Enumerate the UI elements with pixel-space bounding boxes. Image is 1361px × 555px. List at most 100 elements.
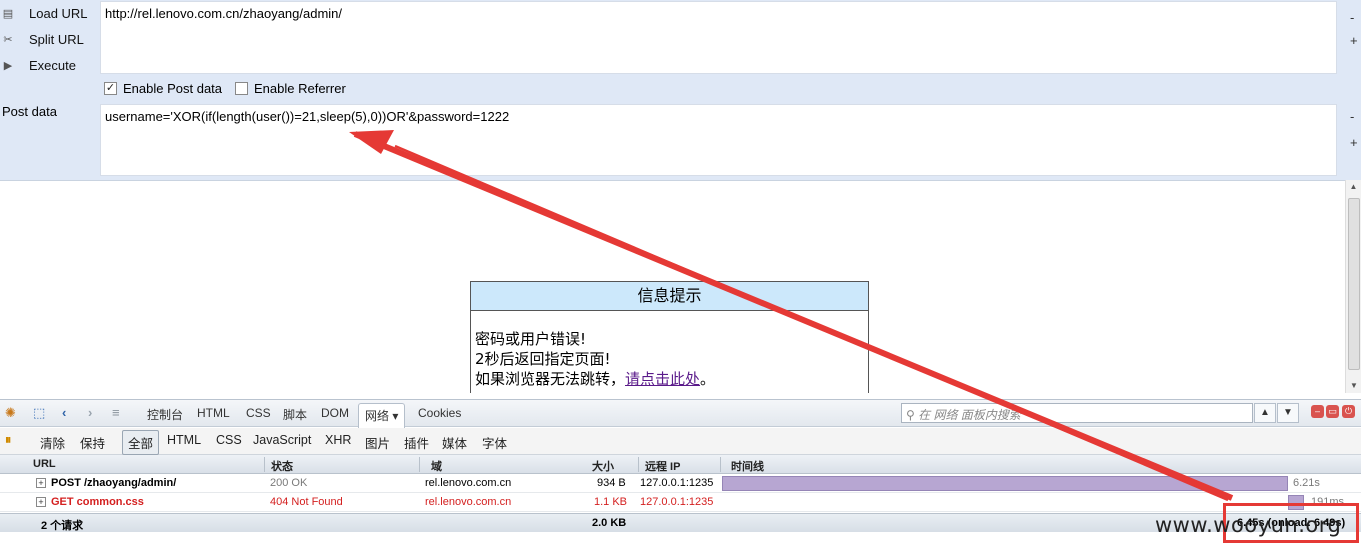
column-divider xyxy=(419,457,420,472)
row-size: 1.1 KB xyxy=(594,496,628,508)
network-filter-bar: ⏸ 清除 保持 全部 HTML CSS JavaScript XHR 图片 插件… xyxy=(0,428,1361,455)
load-url-icon: ▤ xyxy=(2,7,14,20)
message-title: 信息提示 xyxy=(471,282,868,311)
post-expand-button[interactable]: + xyxy=(1350,135,1358,150)
back-icon[interactable]: ‹ xyxy=(62,405,66,420)
column-divider xyxy=(720,457,721,472)
power-icon[interactable]: ⏻ xyxy=(1342,405,1355,418)
command-line-icon[interactable]: ≡ xyxy=(112,405,120,420)
row-size: 934 B xyxy=(597,477,626,489)
enable-referrer-checkbox[interactable]: Enable Referrer xyxy=(235,81,346,96)
pause-icon[interactable]: ⏸ xyxy=(5,433,11,448)
tab-console[interactable]: 控制台 xyxy=(147,406,183,423)
expand-icon[interactable]: + xyxy=(36,478,46,488)
col-domain[interactable]: 域 xyxy=(431,458,442,474)
network-search-input[interactable]: ⚲ 在 网络 面板内搜索 xyxy=(901,403,1253,423)
tab-css[interactable]: CSS xyxy=(246,406,271,420)
forward-icon[interactable]: › xyxy=(88,405,92,420)
post-data-label: Post data xyxy=(2,104,57,119)
post-shrink-button[interactable]: - xyxy=(1350,109,1354,124)
search-next-button[interactable]: ▼ xyxy=(1277,403,1299,423)
expand-icon[interactable]: + xyxy=(36,497,46,507)
split-url-button[interactable]: ✂ Split URL xyxy=(0,28,84,50)
post-data-textarea[interactable]: username='XOR(if(length(user())=21,sleep… xyxy=(100,104,1337,176)
col-url[interactable]: URL xyxy=(33,458,56,470)
message-line-3-prefix: 如果浏览器无法跳转， xyxy=(475,370,626,388)
filter-media[interactable]: 媒体 xyxy=(442,433,467,452)
chevron-down-icon: ▼ xyxy=(1283,407,1293,418)
enable-referrer-label: Enable Referrer xyxy=(254,81,346,96)
timeline-bar xyxy=(722,476,1288,491)
enable-post-label: Enable Post data xyxy=(123,81,223,96)
search-prev-button[interactable]: ▲ xyxy=(1254,403,1276,423)
chevron-up-icon: ▲ xyxy=(1260,407,1270,418)
detach-icon[interactable]: ▭ xyxy=(1326,405,1339,418)
row-url[interactable]: POST /zhaoyang/admin/ xyxy=(51,477,176,489)
scroll-up-icon[interactable]: ▲ xyxy=(1346,180,1361,194)
enable-post-checkbox[interactable]: ✓ Enable Post data xyxy=(104,81,222,96)
hackbar-panel: ▤ Load URL ✂ Split URL ▶ Execute http://… xyxy=(0,0,1361,180)
filter-javascript[interactable]: JavaScript xyxy=(253,433,311,447)
row-time: 6.21s xyxy=(1293,477,1320,489)
filter-html[interactable]: HTML xyxy=(167,433,201,447)
column-divider xyxy=(638,457,639,472)
filter-fonts[interactable]: 字体 xyxy=(482,433,507,452)
filter-plugins[interactable]: 插件 xyxy=(404,433,429,452)
row-status: 404 Not Found xyxy=(270,496,343,508)
url-textarea[interactable]: http://rel.lenovo.com.cn/zhaoyang/admin/ xyxy=(100,1,1337,74)
url-shrink-button[interactable]: - xyxy=(1350,10,1354,25)
column-divider xyxy=(264,457,265,472)
scissors-icon: ✂ xyxy=(3,33,13,46)
network-table-header: URL 状态 域 大小 远程 IP 时间线 xyxy=(0,455,1361,474)
play-icon: ▶ xyxy=(3,59,13,72)
load-url-label: Load URL xyxy=(29,5,88,21)
row-ip: 127.0.0.1:1235 xyxy=(640,496,714,508)
load-url-button[interactable]: ▤ Load URL xyxy=(0,2,88,24)
scroll-down-icon[interactable]: ▼ xyxy=(1346,379,1361,393)
col-status[interactable]: 状态 xyxy=(271,458,293,474)
filter-css[interactable]: CSS xyxy=(216,433,242,447)
row-url[interactable]: GET common.css xyxy=(51,496,144,508)
message-line-3-suffix: 。 xyxy=(700,370,716,388)
watermark: www.wooyun.org xyxy=(1155,513,1342,537)
execute-button[interactable]: ▶ Execute xyxy=(0,54,76,76)
message-line-3: 如果浏览器无法跳转，请点击此处。 xyxy=(475,369,864,389)
split-url-label: Split URL xyxy=(29,31,84,47)
row-status: 200 OK xyxy=(270,477,308,489)
firebug-bug-icon[interactable]: ✺ xyxy=(5,405,16,421)
scroll-thumb[interactable] xyxy=(1348,198,1360,370)
vertical-scrollbar[interactable]: ▲ ▼ xyxy=(1345,180,1361,393)
search-placeholder: 在 网络 面板内搜索 xyxy=(918,408,1021,422)
tab-cookies[interactable]: Cookies xyxy=(418,406,461,420)
row-domain: rel.lenovo.com.cn xyxy=(425,477,512,489)
filter-images[interactable]: 图片 xyxy=(365,433,390,452)
total-size: 2.0 KB xyxy=(592,517,627,529)
row-domain: rel.lenovo.com.cn xyxy=(425,496,512,508)
message-box: 信息提示 密码或用户错误! 2秒后返回指定页面! 如果浏览器无法跳转，请点击此处… xyxy=(470,281,869,393)
filter-clear[interactable]: 清除 xyxy=(40,433,65,452)
minimize-icon[interactable]: – xyxy=(1311,405,1324,418)
col-remote-ip[interactable]: 远程 IP xyxy=(645,458,680,474)
redirect-link[interactable]: 请点击此处 xyxy=(625,370,700,388)
filter-all[interactable]: 全部 xyxy=(122,430,160,455)
col-size[interactable]: 大小 xyxy=(592,458,614,474)
col-timeline[interactable]: 时间线 xyxy=(731,458,764,474)
request-count: 2 个请求 xyxy=(41,520,84,532)
url-expand-button[interactable]: + xyxy=(1350,33,1358,48)
message-line-2: 2秒后返回指定页面! xyxy=(475,350,611,368)
tab-dom[interactable]: DOM xyxy=(321,406,349,420)
tab-script[interactable]: 脚本 xyxy=(283,406,307,423)
message-line-1: 密码或用户错误! xyxy=(475,330,587,348)
tab-network[interactable]: 网络 ▾ xyxy=(358,403,406,428)
row-ip: 127.0.0.1:1235 xyxy=(640,477,714,489)
message-body: 密码或用户错误! 2秒后返回指定页面! 如果浏览器无法跳转，请点击此处。 xyxy=(471,311,868,389)
table-row[interactable]: + POST /zhaoyang/admin/ 200 OK rel.lenov… xyxy=(0,474,1361,493)
checkbox-unchecked-icon xyxy=(235,82,248,95)
execute-label: Execute xyxy=(29,57,76,73)
filter-persist[interactable]: 保持 xyxy=(80,433,105,452)
tab-html[interactable]: HTML xyxy=(197,406,230,420)
table-row[interactable]: + GET common.css 404 Not Found rel.lenov… xyxy=(0,493,1361,512)
search-icon: ⚲ xyxy=(906,408,915,422)
inspect-icon[interactable]: ⬚ xyxy=(33,405,45,421)
filter-xhr[interactable]: XHR xyxy=(325,433,351,447)
